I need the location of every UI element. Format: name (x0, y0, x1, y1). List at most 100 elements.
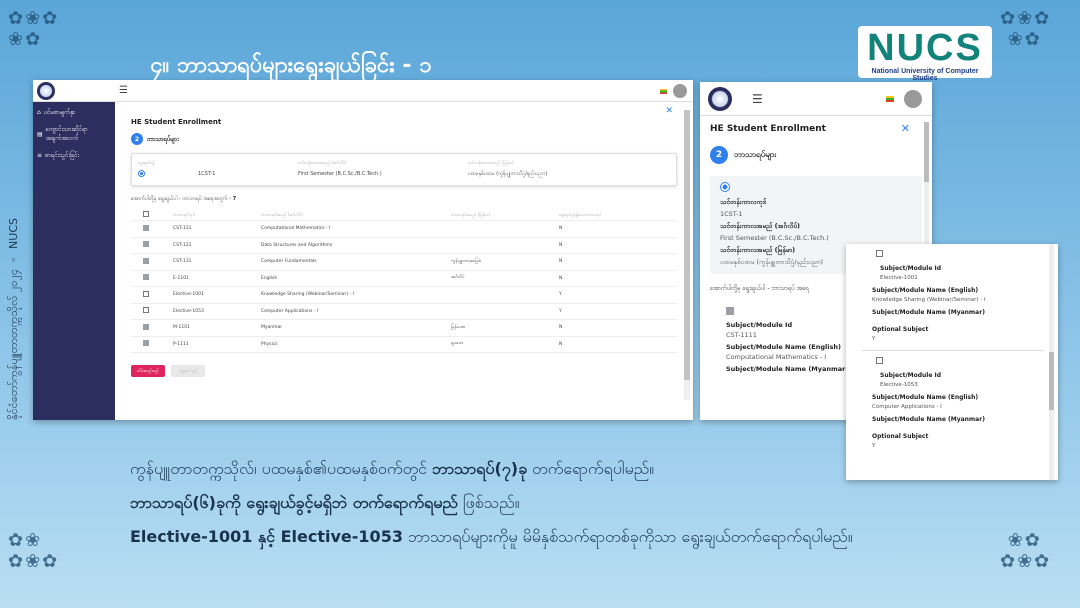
scrollbar[interactable] (684, 110, 690, 400)
caption-line-2: ဘာသာရပ်(၆)ခုကို ရွေးချယ်ခွင့်မရှိဘဲ တက်ရ… (130, 492, 520, 516)
hamburger-menu-icon[interactable]: ☰ (752, 92, 763, 106)
subject-checkbox[interactable] (726, 307, 734, 315)
sidebar-item-label: စာရင်းသွင်းခြင်း (45, 152, 80, 159)
sidebar-item-label: ကျောင်းသားဆိုင်ရာ အချက်အလက် (45, 126, 88, 142)
caption-text: ကွန်ပျူတာတက္ကသိုလ်၊ ပထမနှစ်၏ပထမနှစ်ဝက်တွ… (130, 459, 433, 478)
list-item: Subject/Module Id Elective-1053 Subject/… (872, 357, 1044, 449)
semester-radio[interactable] (720, 182, 730, 192)
scrollbar-thumb[interactable] (1049, 352, 1054, 410)
row-checkbox[interactable] (143, 340, 149, 347)
subject-name-en: Knowledge Sharing (Webinar/Seminar) - I (261, 292, 354, 298)
home-icon: ⌂ (37, 109, 41, 116)
table-row[interactable]: Elective-1053 Computer Applications - I Y (131, 304, 677, 320)
subject-name-mm: မြန်မာစာ (451, 324, 466, 330)
table-row[interactable]: CST-111 Computational Mathematics - I N (131, 221, 677, 238)
list-item: Subject/Module Id Elective-1001 Subject/… (872, 250, 1044, 342)
table-row[interactable]: CST-121 Data Structures and Algorithms N (131, 238, 677, 254)
table-row[interactable]: E-1101 English အင်္ဂလိပ် N (131, 271, 677, 287)
corner-decoration-top-left: ✿❀✿ ❀✿ (8, 8, 60, 50)
table-row[interactable]: Elective-1001 Knowledge Sharing (Webinar/… (131, 287, 677, 304)
divider (862, 350, 1044, 351)
choose-note-text: အောက်ပါတို့မှ ရွေးချယ်ပါ - ဘာသာရပ် အရေအတ… (131, 196, 232, 202)
step-label: ဘာသာရပ်များ (734, 150, 777, 159)
row-checkbox[interactable] (143, 241, 149, 248)
field-value: Y (872, 443, 876, 449)
sidebar-item-student-info[interactable]: ▤ ကျောင်းသားဆိုင်ရာ အချက်အလက် (37, 125, 111, 143)
choose-count: 7 (232, 196, 237, 202)
field-label: Subject/Module Id (880, 372, 942, 379)
corner-decoration-top-right: ✿❀✿ ❀✿ (1000, 8, 1052, 50)
subject-name-en: Physics (261, 341, 278, 347)
elective-checkbox[interactable] (876, 357, 883, 364)
list-icon: ≡ (37, 152, 43, 159)
field-value: Elective-1053 (880, 382, 918, 388)
field-label: Optional Subject (872, 326, 929, 333)
field-value: Y (872, 336, 876, 342)
field-label: Optional Subject (872, 433, 929, 440)
subject-name-en: English (261, 275, 278, 281)
step-indicator: 2 ဘာသာရပ်များ (710, 146, 922, 164)
elective-checkbox[interactable] (876, 250, 883, 257)
row-checkbox[interactable] (143, 224, 149, 231)
semester-card: ရွေးချယ်ရန် သင်တန်းကာလအမည် (အင်္ဂလိပ်) သ… (131, 153, 677, 186)
side-caption: နိုင်ငံတော်ကွန်ပျူတာတက္ကသိုလ် ၂၀၂၄ ◦ NUC… (7, 218, 20, 420)
subject-name-en: Computer Applications - I (261, 308, 319, 314)
subject-code: CST-131 (173, 259, 192, 265)
step-number: 2 (710, 146, 728, 164)
hamburger-menu-icon[interactable]: ☰ (119, 85, 128, 96)
table-row[interactable]: M-1101 Myanmar မြန်မာစာ N (131, 320, 677, 337)
semester-radio[interactable] (138, 169, 145, 177)
row-checkbox[interactable] (143, 307, 149, 314)
field-value: Elective-1001 (880, 275, 918, 281)
save-button[interactable]: သိမ်းဆည်းမည် (131, 365, 165, 377)
field-label: Subject/Module Id (880, 265, 942, 272)
table-row[interactable]: CST-131 Computer Fundamentals ကွန်ပျူတာအခြ… (131, 254, 677, 271)
myanmar-flag-icon[interactable] (660, 89, 667, 94)
corner-decoration-bottom-right: ❀✿ ✿❀✿ (1000, 530, 1052, 572)
sidebar-item-home[interactable]: ⌂ ပင်မစာမျက်နှာ (37, 108, 111, 117)
semester-name-mm: ပထမနှစ်ပထမ (ကွန်ပျူတာသိပ္ပံ/နည်းပညာ) (468, 170, 548, 177)
logo-text: NUCS (867, 27, 983, 69)
sidebar-item-enrollment[interactable]: ≡ စာရင်းသွင်းခြင်း (37, 151, 111, 160)
top-bar: ☰ (33, 80, 693, 102)
row-checkbox[interactable] (143, 274, 149, 281)
caption-emphasis: ဘာသာရပ်(၇)ခု (432, 459, 528, 478)
next-button[interactable]: ရှေ့ဆက်ရန် (171, 365, 205, 377)
column-header: သင်တန်းကာလအမည် (အင်္ဂလိပ်) (298, 159, 347, 165)
field-value: Computer Applications - I (872, 404, 942, 410)
field-label: သင်တန်းကာလကုဒ် (720, 198, 767, 206)
row-checkbox-cell (131, 307, 173, 315)
row-checkbox[interactable] (143, 257, 149, 264)
table-row[interactable]: P-1111 Physics ရူပဗေဒ N (131, 337, 677, 353)
caption-text: ဘာသာရပ်များကိုမူ မိမိနှစ်သက်ရာတစ်ခုကိုသာ… (402, 527, 853, 546)
step-number: 2 (131, 133, 143, 145)
field-label: Subject/Module Name (Myanmar) (872, 416, 985, 423)
slide-title: ၄။ ဘာသာရပ်များရွေးချယ်ခြင်း - ၁ (150, 53, 432, 78)
mobile-top-bar: ☰ (700, 82, 932, 116)
nucs-logo: NUCS National University of Computer Stu… (858, 26, 992, 82)
semester-code: 1CST-1 (198, 171, 216, 177)
column-header: ဘာသာရပ်ကုဒ် (173, 211, 195, 217)
caption-text: တက်ရောက်ရပါမည်။ (527, 459, 655, 478)
page-title: HE Student Enrollment (131, 118, 222, 126)
row-checkbox[interactable] (143, 290, 149, 297)
semester-row[interactable]: 1CST-1 First Semester (B.C.Sc./B.C.Tech.… (138, 167, 670, 181)
university-emblem-icon (37, 82, 55, 100)
scrollbar-thumb[interactable] (684, 110, 690, 380)
subject-code: CST-121 (173, 242, 192, 248)
subject-code: M-1101 (173, 325, 190, 331)
caption-line-3: Elective-1001 နှင့် Elective-1053 ဘာသာရပ… (130, 526, 853, 550)
select-all-checkbox[interactable] (143, 211, 149, 217)
optional-flag: N (559, 341, 563, 347)
avatar[interactable] (904, 90, 922, 108)
subject-name-en: Myanmar (261, 325, 283, 331)
caption-emphasis: Elective-1001 နှင့် Elective-1053 (130, 527, 403, 546)
field-value: 1CST-1 (720, 210, 743, 218)
myanmar-flag-icon[interactable] (886, 96, 894, 102)
avatar[interactable] (673, 84, 687, 98)
row-checkbox[interactable] (143, 323, 149, 330)
subject-name-en: Data Structures and Algorithms (261, 242, 333, 248)
row-checkbox-cell (131, 241, 173, 249)
field-value: Knowledge Sharing (Webinar/Seminar) - I (872, 297, 986, 303)
scrollbar[interactable] (1049, 244, 1054, 480)
